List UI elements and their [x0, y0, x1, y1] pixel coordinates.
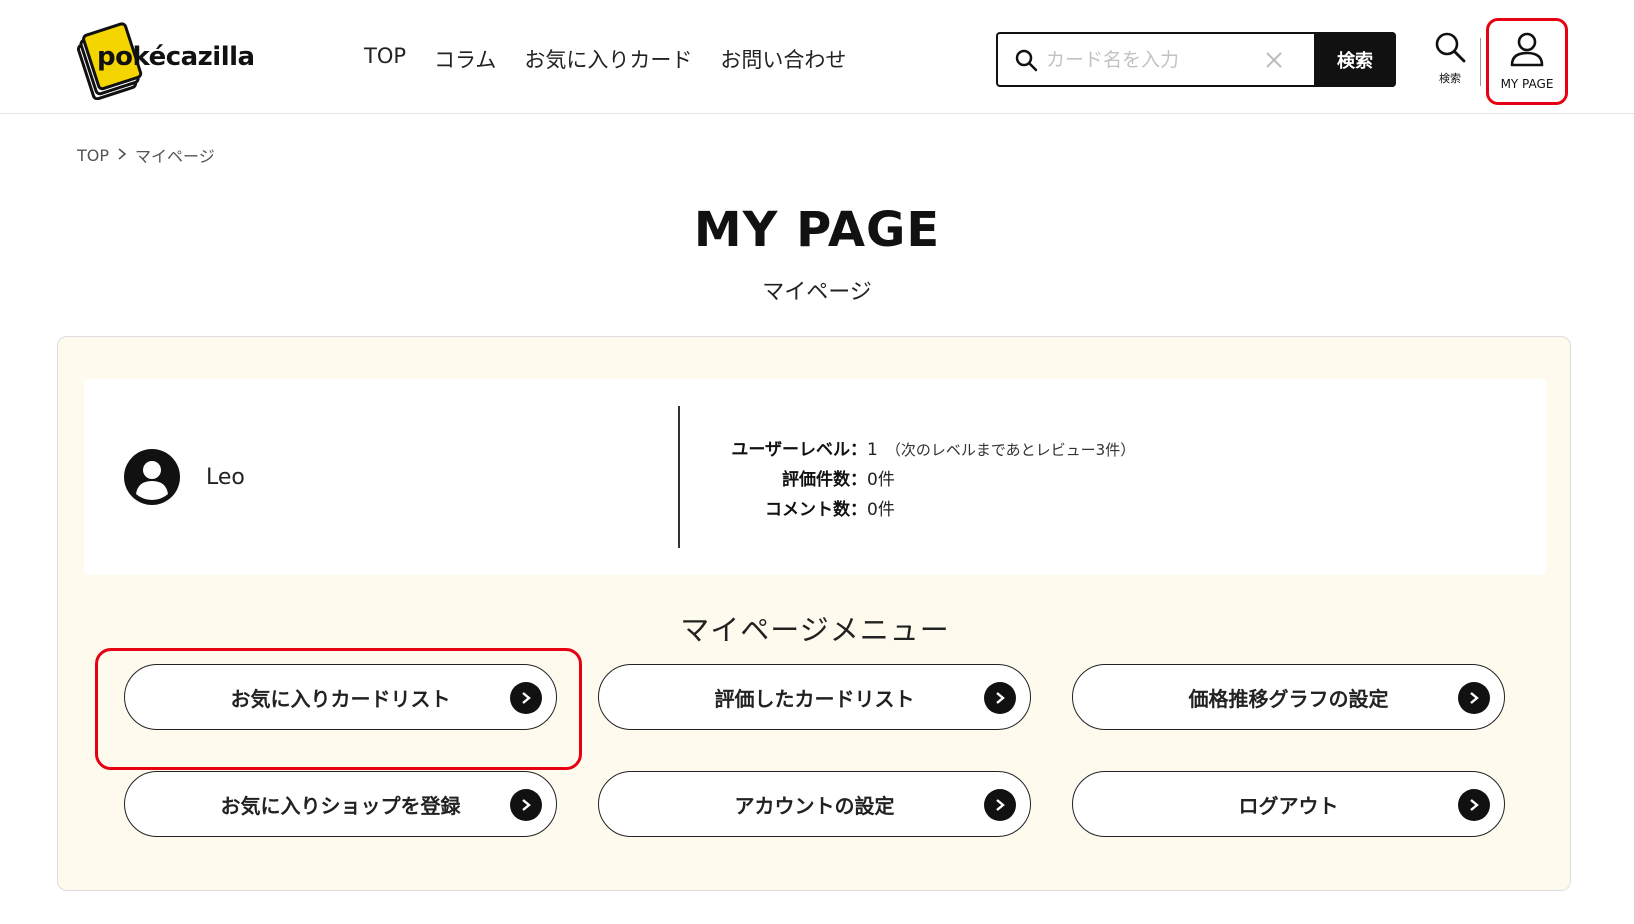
stat-value: 0件: [867, 470, 895, 490]
site-header: pokécazilla TOP コラム お気に入りカード お問い合わせ 検索 検…: [0, 0, 1634, 114]
chevron-right-icon: [1458, 682, 1490, 714]
nav-contact[interactable]: お問い合わせ: [720, 44, 846, 74]
highlight-annotation: [95, 648, 582, 770]
nav-favorite-cards[interactable]: お気に入りカード: [524, 44, 692, 74]
chevron-right-icon: [510, 789, 542, 821]
menu-button-label: アカウントの設定: [734, 793, 895, 818]
account-settings-button[interactable]: アカウントの設定: [598, 771, 1031, 837]
menu-button-label: 評価したカードリスト: [714, 686, 915, 711]
clear-icon[interactable]: [1256, 42, 1292, 78]
menu-title: マイページメニュー: [680, 613, 950, 647]
header-search-label: 検索: [1439, 72, 1461, 85]
breadcrumb: TOP マイページ: [77, 143, 215, 167]
stat-row-ratings: 評価件数： 0件: [717, 465, 1135, 495]
menu-button-label: ログアウト: [1238, 793, 1339, 818]
chevron-right-icon: [117, 146, 127, 165]
site-logo[interactable]: pokécazilla: [74, 22, 255, 101]
search-input[interactable]: [1046, 48, 1256, 71]
mypage-button[interactable]: MY PAGE: [1486, 18, 1568, 105]
mypage-panel: Leo ユーザーレベル： 1 （次のレベルまであとレビュー3件） 評価件数： 0…: [57, 336, 1571, 891]
profile-card: Leo ユーザーレベル： 1 （次のレベルまであとレビュー3件） 評価件数： 0…: [84, 379, 1546, 575]
search-bar: 検索: [996, 32, 1396, 87]
price-graph-settings-button[interactable]: 価格推移グラフの設定: [1072, 664, 1505, 730]
rated-card-list-button[interactable]: 評価したカードリスト: [598, 664, 1031, 730]
stat-row-level: ユーザーレベル： 1 （次のレベルまであとレビュー3件）: [717, 435, 1135, 465]
search-button[interactable]: 検索: [1314, 32, 1396, 87]
stat-note: （次のレベルまであとレビュー3件）: [885, 441, 1136, 459]
breadcrumb-top[interactable]: TOP: [77, 146, 109, 165]
nav-top[interactable]: TOP: [364, 44, 406, 74]
stat-row-comments: コメント数： 0件: [717, 495, 1135, 525]
stat-value: 1: [867, 440, 878, 460]
user-icon: [1510, 32, 1544, 67]
stat-label: ユーザーレベル：: [731, 440, 867, 460]
register-favorite-shop-button[interactable]: お気に入りショップを登録: [124, 771, 557, 837]
profile-divider: [678, 406, 680, 548]
user-stats: ユーザーレベル： 1 （次のレベルまであとレビュー3件） 評価件数： 0件 コメ…: [717, 435, 1135, 525]
page-subtitle: マイページ: [762, 280, 872, 305]
avatar-icon: [124, 449, 180, 505]
menu-button-label: 価格推移グラフの設定: [1188, 686, 1389, 711]
header-search-button[interactable]: 検索: [1428, 30, 1472, 90]
nav-column[interactable]: コラム: [434, 44, 496, 74]
magnifier-icon: [1435, 32, 1466, 63]
stat-value: 0件: [867, 500, 895, 520]
chevron-right-icon: [984, 682, 1016, 714]
page-title: MY PAGE: [693, 202, 941, 258]
main-nav: TOP コラム お気に入りカード お問い合わせ: [364, 44, 846, 74]
breadcrumb-current: マイページ: [135, 147, 215, 166]
mypage-label: MY PAGE: [1500, 77, 1554, 91]
search-icon: [1006, 40, 1046, 80]
stat-label: 評価件数：: [782, 470, 867, 490]
header-divider: [1480, 38, 1481, 86]
logo-text: pokécazilla: [97, 42, 255, 72]
chevron-right-icon: [984, 789, 1016, 821]
stat-label: コメント数：: [765, 500, 867, 520]
username: Leo: [206, 465, 245, 490]
chevron-right-icon: [1458, 789, 1490, 821]
menu-button-label: お気に入りショップを登録: [220, 793, 461, 818]
logout-button[interactable]: ログアウト: [1072, 771, 1505, 837]
